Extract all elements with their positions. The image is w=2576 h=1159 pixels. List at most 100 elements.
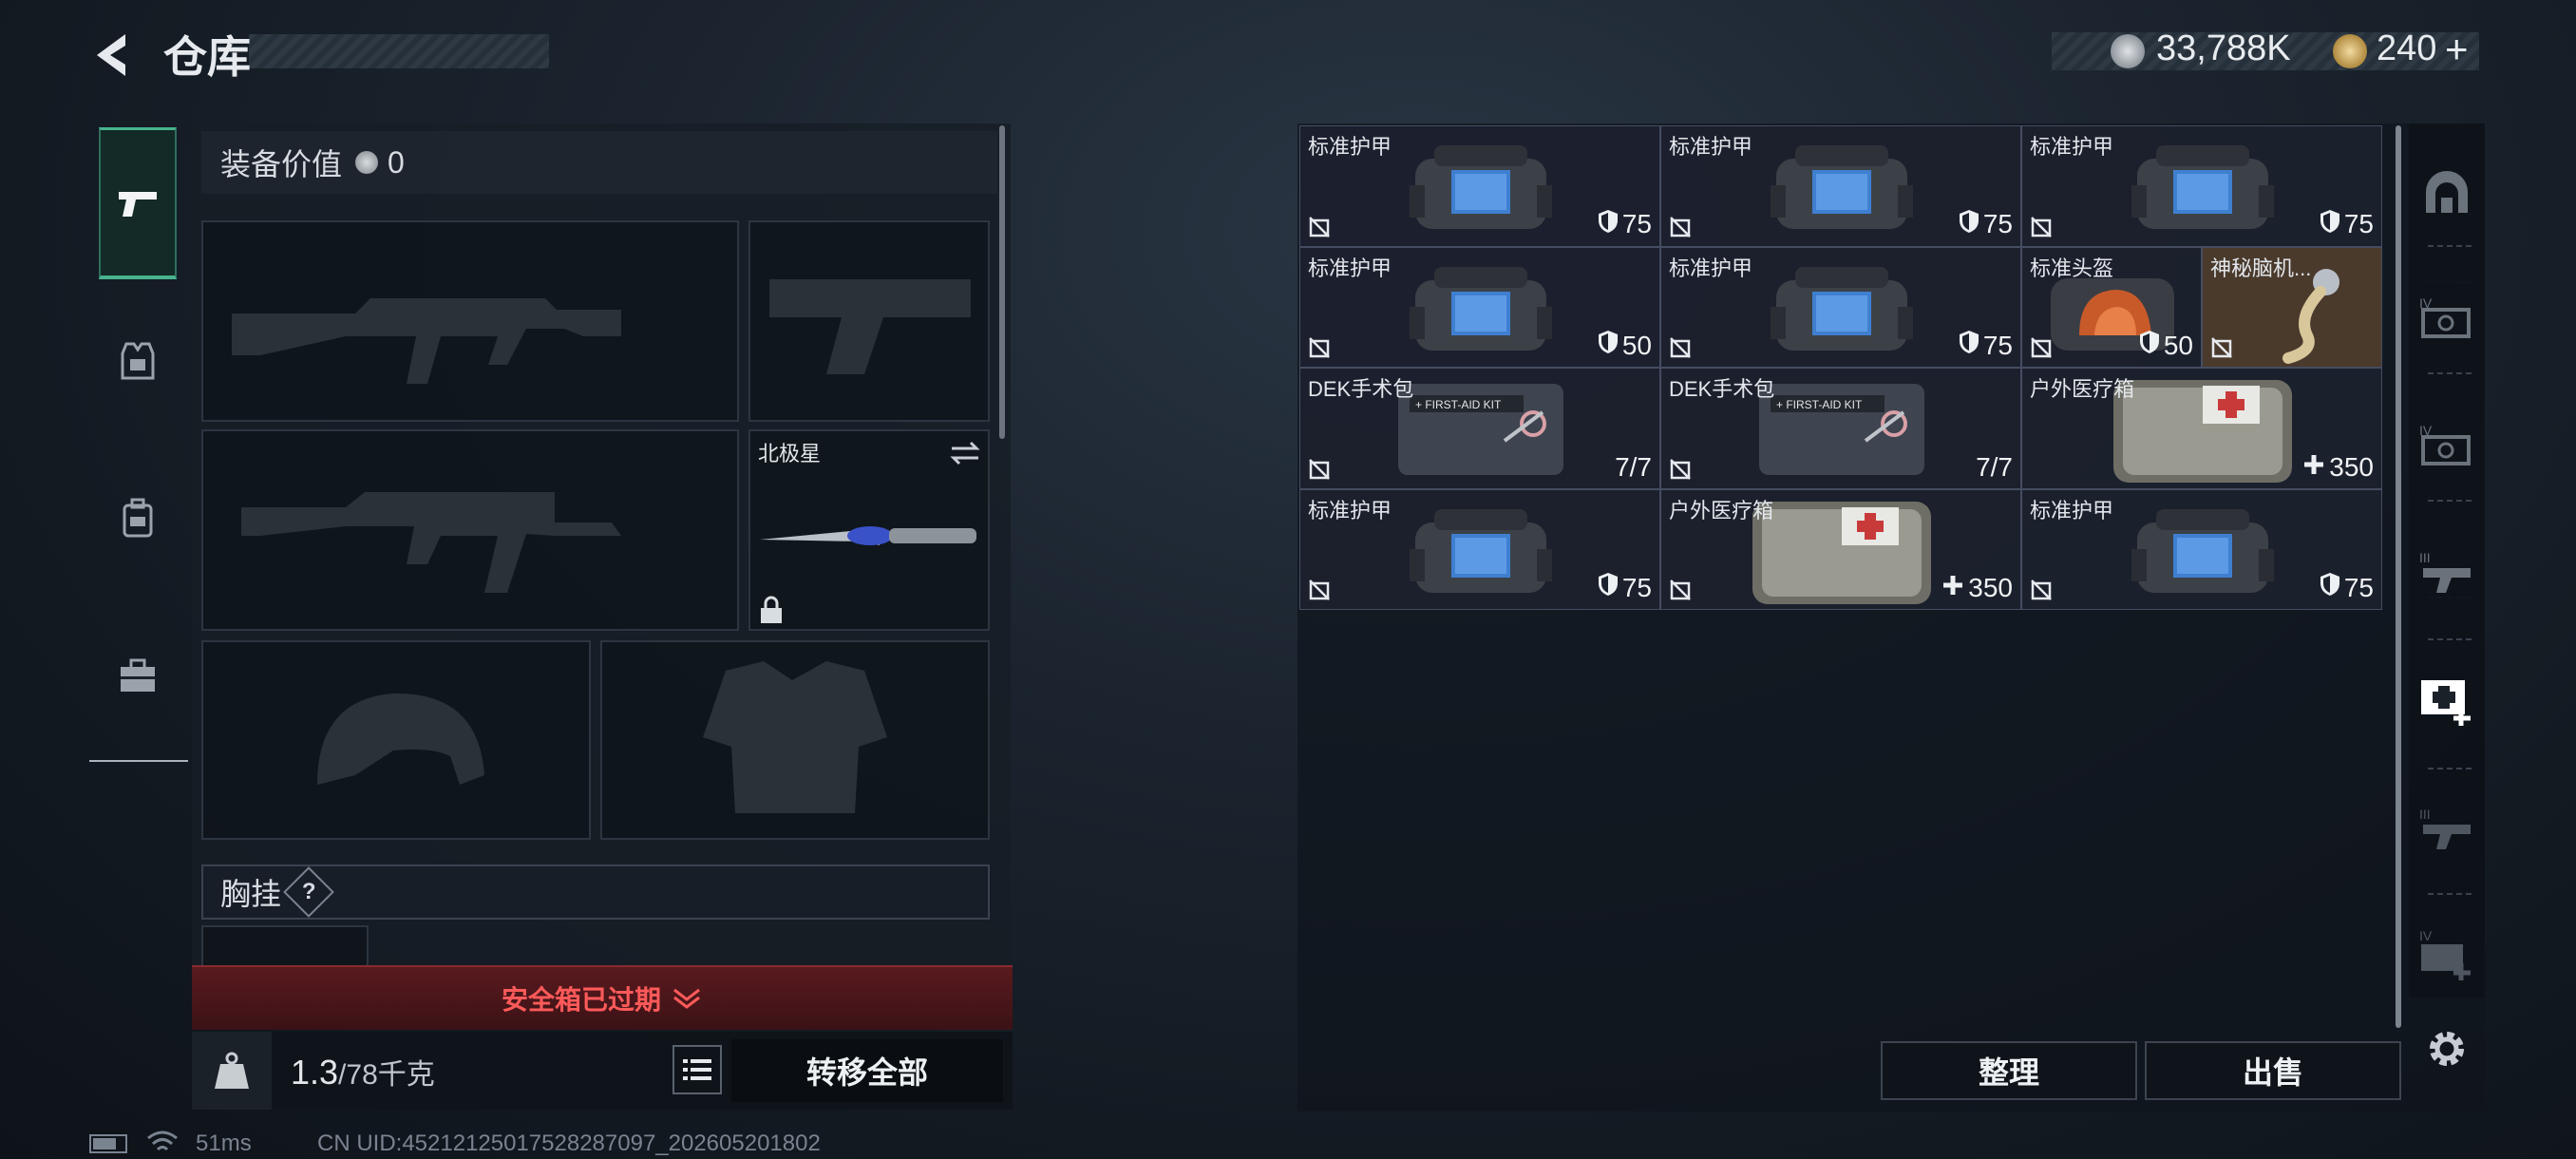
shield-icon: [1598, 572, 1619, 603]
helmet-slot[interactable]: [201, 640, 591, 840]
no-loss-icon: [1669, 216, 1692, 238]
item-value: 75: [2320, 209, 2374, 240]
item-value-text: 75: [1982, 330, 2013, 360]
storage-item[interactable]: 标准头盔 50: [2021, 246, 2202, 368]
storage-item[interactable]: 标准护甲 75: [1660, 125, 2021, 247]
item-value: 75: [1598, 209, 1652, 240]
item-value: 75: [1959, 209, 2013, 240]
page-title: 仓库: [163, 32, 251, 82]
chest-rig-header: 胸挂 ?: [201, 864, 990, 920]
storage-category-weapon-3b[interactable]: III: [2415, 796, 2479, 861]
chest-rig-slot[interactable]: [201, 925, 369, 967]
back-button[interactable]: [85, 27, 142, 84]
item-name: 标准护甲: [1308, 135, 1392, 159]
storage-item[interactable]: DEK手术包 + FIRST-AID KIT 7/7: [1660, 368, 2021, 489]
item-value: 7/7: [1615, 452, 1652, 483]
item-name: 标准护甲: [2030, 135, 2114, 159]
item-value-text: 50: [1621, 330, 1652, 360]
item-value-text: 75: [2343, 572, 2374, 602]
armor-bag-icon: [1771, 259, 1913, 368]
storage-item[interactable]: 户外医疗箱 350: [1660, 488, 2021, 610]
storage-category-medical-4[interactable]: IV: [2415, 922, 2479, 986]
briefcase-icon: [121, 658, 155, 692]
rifle-silhouette-icon: [232, 298, 621, 384]
storage-category-safe-4b[interactable]: IV: [2415, 412, 2479, 477]
list-view-button[interactable]: [672, 1045, 722, 1094]
wifi-icon: [147, 1130, 178, 1151]
tab-backpack[interactable]: [99, 443, 177, 595]
gold-balance: 240: [2377, 28, 2437, 68]
melee-slot[interactable]: 北极星: [748, 429, 990, 631]
storage-category-medical[interactable]: [2415, 667, 2479, 732]
storage-item[interactable]: DEK手术包 + FIRST-AID KIT 7/7: [1299, 368, 1660, 489]
swap-icon[interactable]: [948, 439, 982, 467]
add-gold-button[interactable]: +: [2445, 27, 2469, 72]
chest-rig-label: 胸挂: [220, 877, 282, 911]
settings-button[interactable]: [2415, 1016, 2479, 1081]
storage-category-safe-4[interactable]: IV: [2415, 285, 2479, 350]
vest-silhouette-icon: [703, 661, 887, 813]
backpack-icon: [123, 498, 153, 538]
back-arrow-icon: [97, 34, 125, 76]
surgery-kit-icon: + FIRST-AID KIT: [1391, 374, 1571, 484]
tab-armor[interactable]: [99, 285, 177, 437]
no-loss-icon: [1308, 336, 1331, 359]
arrange-button[interactable]: 整理: [1881, 1041, 2137, 1100]
plus-icon: [1941, 573, 1964, 603]
storage-category-all[interactable]: [2415, 160, 2479, 224]
shield-icon: [1598, 330, 1619, 361]
equipment-scrollbar[interactable]: [999, 125, 1005, 439]
tab-bottom-line: [89, 760, 188, 762]
svg-text:III: III: [2419, 550, 2431, 565]
no-loss-icon: [1308, 579, 1331, 601]
weight-max: /78千克: [338, 1059, 435, 1091]
armor-bag-icon: [2131, 502, 2274, 610]
list-icon: [683, 1059, 711, 1080]
storage-item[interactable]: 标准护甲 50: [1299, 246, 1660, 368]
storage-item[interactable]: 标准护甲 75: [1660, 246, 2021, 368]
storage-item[interactable]: 标准护甲 75: [2021, 125, 2382, 247]
body-armor-slot[interactable]: [600, 640, 990, 840]
user-uid: CN UID:45212125017528287097_202605201802: [317, 1130, 821, 1156]
shield-icon: [1959, 330, 1979, 361]
rifle-silhouette-icon: [241, 492, 621, 593]
item-value-text: 7/7: [1976, 451, 2013, 482]
storage-item[interactable]: 神秘脑机...: [2202, 246, 2382, 368]
safe-box-expired-banner[interactable]: 安全箱已过期: [192, 965, 1013, 1030]
storage-item[interactable]: 标准护甲 75: [1299, 125, 1660, 247]
no-loss-icon: [2210, 336, 2233, 359]
transfer-all-button[interactable]: 转移全部: [731, 1039, 1003, 1102]
item-name: DEK手术包: [1308, 377, 1414, 401]
storage-item[interactable]: 户外医疗箱 350: [2021, 368, 2382, 489]
primary-weapon-slot-1[interactable]: [201, 220, 739, 422]
silver-coin-icon: [355, 151, 379, 174]
weight-current: 1.3: [291, 1053, 339, 1092]
storage-category-weapon-3[interactable]: III: [2415, 540, 2479, 604]
knife-icon: [760, 526, 976, 545]
item-value: 75: [1959, 330, 2013, 361]
shield-icon: [1959, 209, 1979, 240]
item-value: 50: [2139, 330, 2193, 361]
storage-item[interactable]: 标准护甲 75: [1299, 488, 1660, 610]
no-loss-icon: [2030, 216, 2053, 238]
sidearm-slot[interactable]: [748, 220, 990, 422]
armor-bag-icon: [1410, 259, 1552, 368]
medical-case-icon: IV: [2419, 928, 2471, 980]
svg-text:+ FIRST-AID KIT: + FIRST-AID KIT: [1776, 398, 1863, 411]
item-value-text: 350: [2329, 451, 2374, 482]
weight-icon: [215, 1052, 249, 1089]
nav-divider: [2428, 500, 2472, 502]
melee-name: 北极星: [758, 442, 822, 466]
primary-weapon-slot-2[interactable]: [201, 429, 739, 631]
item-value: 75: [2320, 572, 2374, 603]
tab-weapons[interactable]: [99, 127, 177, 279]
help-icon[interactable]: ?: [283, 866, 334, 918]
storage-scrollbar[interactable]: [2396, 125, 2401, 1028]
no-loss-icon: [2030, 579, 2053, 601]
vest-icon: [121, 342, 155, 380]
storage-item[interactable]: 标准护甲 75: [2021, 488, 2382, 610]
sell-button[interactable]: 出售: [2145, 1041, 2401, 1100]
item-name: DEK手术包: [1669, 377, 1775, 401]
medical-case-icon: [2421, 680, 2471, 726]
tab-case[interactable]: [99, 600, 177, 752]
